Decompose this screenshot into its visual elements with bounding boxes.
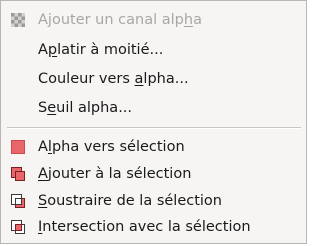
menu-item-intersect-selection[interactable]: Intersection avec la sélection [1,215,306,239]
menu-item-label: Ajouter un canal alpha [38,12,202,28]
menu-item-alpha-threshold[interactable]: Seuil alpha... [1,96,306,120]
menu-item-label: Seuil alpha... [38,100,133,116]
menu-item-subtract-from-selection[interactable]: Soustraire de la sélection [1,189,306,213]
menu-item-add-alpha-channel[interactable]: Ajouter un canal alpha [1,8,306,32]
menu-item-label: Alpha vers sélection [38,139,185,155]
menu-item-label: Aplatir à moitié... [38,42,164,58]
menu-item-label: Ajouter à la sélection [38,166,192,182]
menu-item-flatten-half[interactable]: Aplatir à moitié... [1,38,306,62]
selection-add-icon [11,167,25,181]
selection-intersect-icon [11,220,25,234]
menu-item-label: Soustraire de la sélection [38,193,222,209]
layer-transparency-menu: Ajouter un canal alpha Aplatir à moitié.… [0,0,307,244]
menu-item-alpha-to-selection[interactable]: Alpha vers sélection [1,135,306,159]
menu-separator [7,127,301,129]
menu-item-label: Intersection avec la sélection [38,219,251,235]
selection-subtract-icon [11,194,25,208]
menu-item-label: Couleur vers alpha... [38,71,189,87]
menu-item-color-to-alpha[interactable]: Couleur vers alpha... [1,67,306,91]
menu-item-add-to-selection[interactable]: Ajouter à la sélection [1,162,306,186]
alpha-channel-checker-icon [11,13,25,27]
selection-replace-icon [11,140,25,154]
